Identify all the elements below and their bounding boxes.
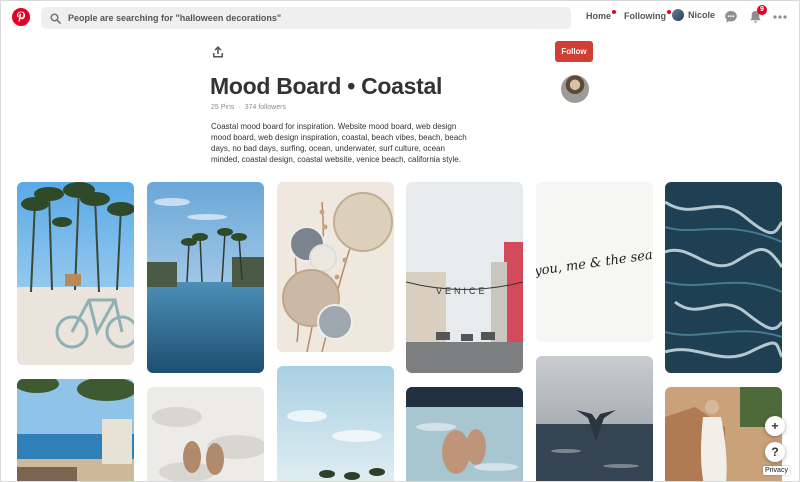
followers-count[interactable]: 374 followers — [245, 104, 286, 111]
pin-palm-trees-bicycle[interactable] — [17, 182, 134, 365]
follow-button[interactable]: Follow — [555, 41, 593, 62]
pin-venice-sign-street[interactable]: VENICE — [406, 182, 523, 373]
user-avatar — [672, 9, 684, 21]
board-title: Mood Board • Coastal — [210, 73, 443, 99]
stats-separator: · — [238, 104, 241, 111]
help-button[interactable]: ? — [765, 442, 785, 462]
nav-home-link[interactable]: Home — [586, 10, 617, 21]
pin-you-me-sea-lettering[interactable]: you, me & the sea — [536, 182, 653, 342]
user-profile-link[interactable]: Nicole — [672, 9, 715, 21]
pin-venice-canal[interactable] — [147, 182, 264, 373]
notification-count-badge: 9 — [757, 5, 767, 15]
pin-palm-beach-hut[interactable] — [17, 379, 134, 481]
search-icon — [49, 12, 61, 24]
pin-hands-in-water[interactable] — [406, 387, 523, 481]
search-input[interactable] — [68, 13, 548, 23]
venice-sign-text: VENICE — [436, 286, 488, 296]
home-notification-dot — [612, 10, 617, 14]
search-bar[interactable] — [41, 7, 571, 29]
pinterest-logo-icon[interactable] — [12, 8, 30, 26]
pin-palm-skyline[interactable] — [277, 366, 394, 481]
pin-ocean-waves-aerial[interactable] — [665, 182, 782, 373]
board-stats: 25 Pins · 374 followers — [211, 104, 286, 111]
browser-frame: Home Following Nicole 9 Follow Mood Boar… — [0, 0, 800, 482]
share-upload-icon[interactable] — [211, 45, 225, 59]
pin-paint-swatches[interactable] — [277, 182, 394, 352]
pin-whale-tail[interactable] — [536, 356, 653, 481]
pin-feet-in-sand[interactable] — [147, 387, 264, 481]
pins-count[interactable]: 25 Pins — [211, 104, 234, 111]
nav-following-link[interactable]: Following — [624, 10, 671, 21]
nav-home-label: Home — [586, 11, 612, 21]
user-name: Nicole — [688, 10, 716, 20]
board-owner-avatar[interactable] — [561, 75, 589, 103]
privacy-link[interactable]: Privacy — [763, 466, 790, 475]
add-button[interactable]: + — [765, 416, 785, 436]
more-options-icon[interactable] — [772, 10, 788, 24]
top-navigation-bar: Home Following Nicole 9 — [1, 1, 799, 35]
chat-bubble-icon[interactable] — [724, 10, 738, 24]
following-notification-dot — [667, 10, 671, 14]
board-description: Coastal mood board for inspiration. Webs… — [211, 122, 467, 164]
nav-following-label: Following — [624, 11, 666, 21]
